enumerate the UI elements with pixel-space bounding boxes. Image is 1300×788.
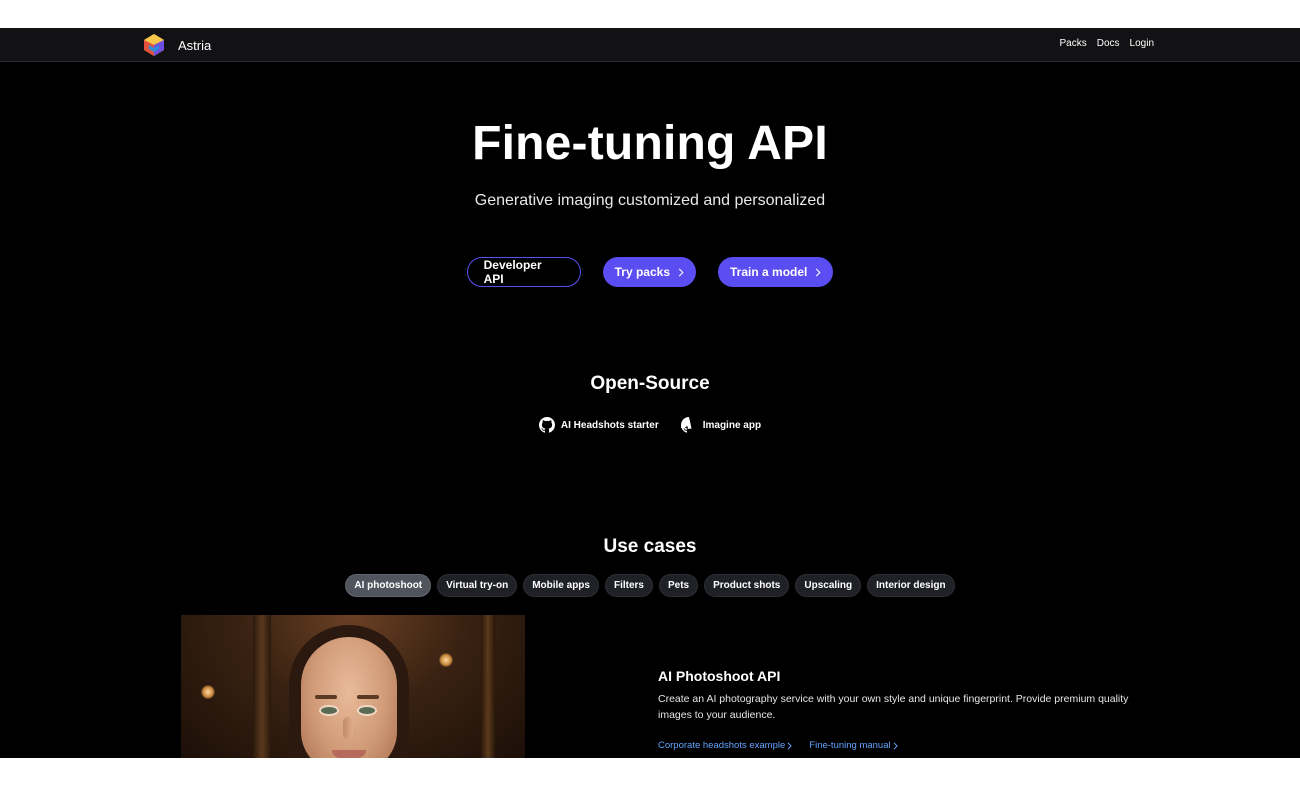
train-model-button[interactable]: Train a model [718, 257, 834, 287]
nav-link-docs[interactable]: Docs [1097, 38, 1120, 49]
use-case-links: Corporate headshots example Fine-tuning … [658, 740, 898, 751]
nav-link-packs[interactable]: Packs [1060, 38, 1087, 49]
corporate-headshots-example-label: Corporate headshots example [658, 740, 786, 751]
background-column [253, 615, 271, 758]
tab-filters[interactable]: Filters [604, 574, 653, 597]
ai-photoshoot-example-image [181, 615, 525, 758]
use-case-description: Create an AI photography service with yo… [658, 693, 1129, 721]
github-icon [680, 417, 692, 433]
background-lamp [439, 653, 453, 667]
imagine-app-label: Imagine app [702, 419, 762, 431]
tab-pets[interactable]: Pets [659, 574, 699, 597]
tab-upscaling[interactable]: Upscaling [795, 574, 862, 597]
portrait-eye [357, 705, 377, 716]
tab-virtual-try-on[interactable]: Virtual try-on [437, 574, 518, 597]
portrait-nose [343, 717, 353, 739]
imagine-app-link[interactable]: Imagine app [680, 417, 762, 433]
tab-interior-design[interactable]: Interior design [867, 574, 955, 597]
ai-headshots-starter-label: AI Headshots starter [560, 419, 659, 431]
brand-name: Astria [178, 37, 212, 53]
github-icon [538, 417, 555, 433]
page-viewport: Astria Packs Docs Login Fine-tuning API … [0, 28, 1300, 758]
portrait-eye [319, 705, 339, 716]
use-case-heading: AI Photoshoot API [658, 668, 781, 684]
fine-tuning-manual-label: Fine-tuning manual [809, 740, 891, 751]
nav-links: Packs Docs Login [1060, 38, 1155, 49]
chevron-right-icon [678, 268, 684, 276]
cta-buttons: Developer API Try packs Train a model [0, 257, 1300, 287]
top-navbar: Astria Packs Docs Login [0, 28, 1300, 62]
corporate-headshots-example-link[interactable]: Corporate headshots example [658, 740, 793, 751]
portrait-brow [357, 695, 379, 699]
tab-product-shots[interactable]: Product shots [704, 574, 790, 597]
chevron-right-icon [787, 741, 793, 750]
train-model-label: Train a model [730, 265, 808, 279]
brand[interactable]: Astria [142, 33, 211, 57]
nav-link-login[interactable]: Login [1130, 38, 1154, 49]
use-case-tabs: AI photoshoot Virtual try-on Mobile apps… [0, 574, 1300, 597]
developer-api-label: Developer API [483, 258, 542, 286]
open-source-links: AI Headshots starter Imagine app [0, 417, 1300, 433]
chevron-right-icon [816, 268, 821, 276]
portrait-lips [332, 750, 366, 758]
tab-mobile-apps[interactable]: Mobile apps [523, 574, 599, 597]
try-packs-label: Try packs [614, 265, 670, 279]
chevron-right-icon [893, 741, 898, 750]
hero-subtitle: Generative imaging customized and person… [474, 192, 826, 209]
developer-api-button[interactable]: Developer API [466, 257, 581, 287]
hero-title: Fine-tuning API [472, 117, 828, 170]
open-source-title: Open-Source [590, 373, 710, 394]
portrait-face [301, 637, 397, 758]
fine-tuning-manual-link[interactable]: Fine-tuning manual [809, 740, 898, 751]
tab-ai-photoshoot[interactable]: AI photoshoot [345, 574, 432, 597]
background-column [481, 615, 495, 758]
portrait-brow [315, 695, 337, 699]
try-packs-button[interactable]: Try packs [602, 257, 696, 287]
use-cases-title: Use cases [603, 536, 697, 557]
ai-headshots-starter-link[interactable]: AI Headshots starter [538, 417, 659, 433]
astria-logo-icon [144, 34, 164, 56]
background-lamp [201, 685, 215, 699]
